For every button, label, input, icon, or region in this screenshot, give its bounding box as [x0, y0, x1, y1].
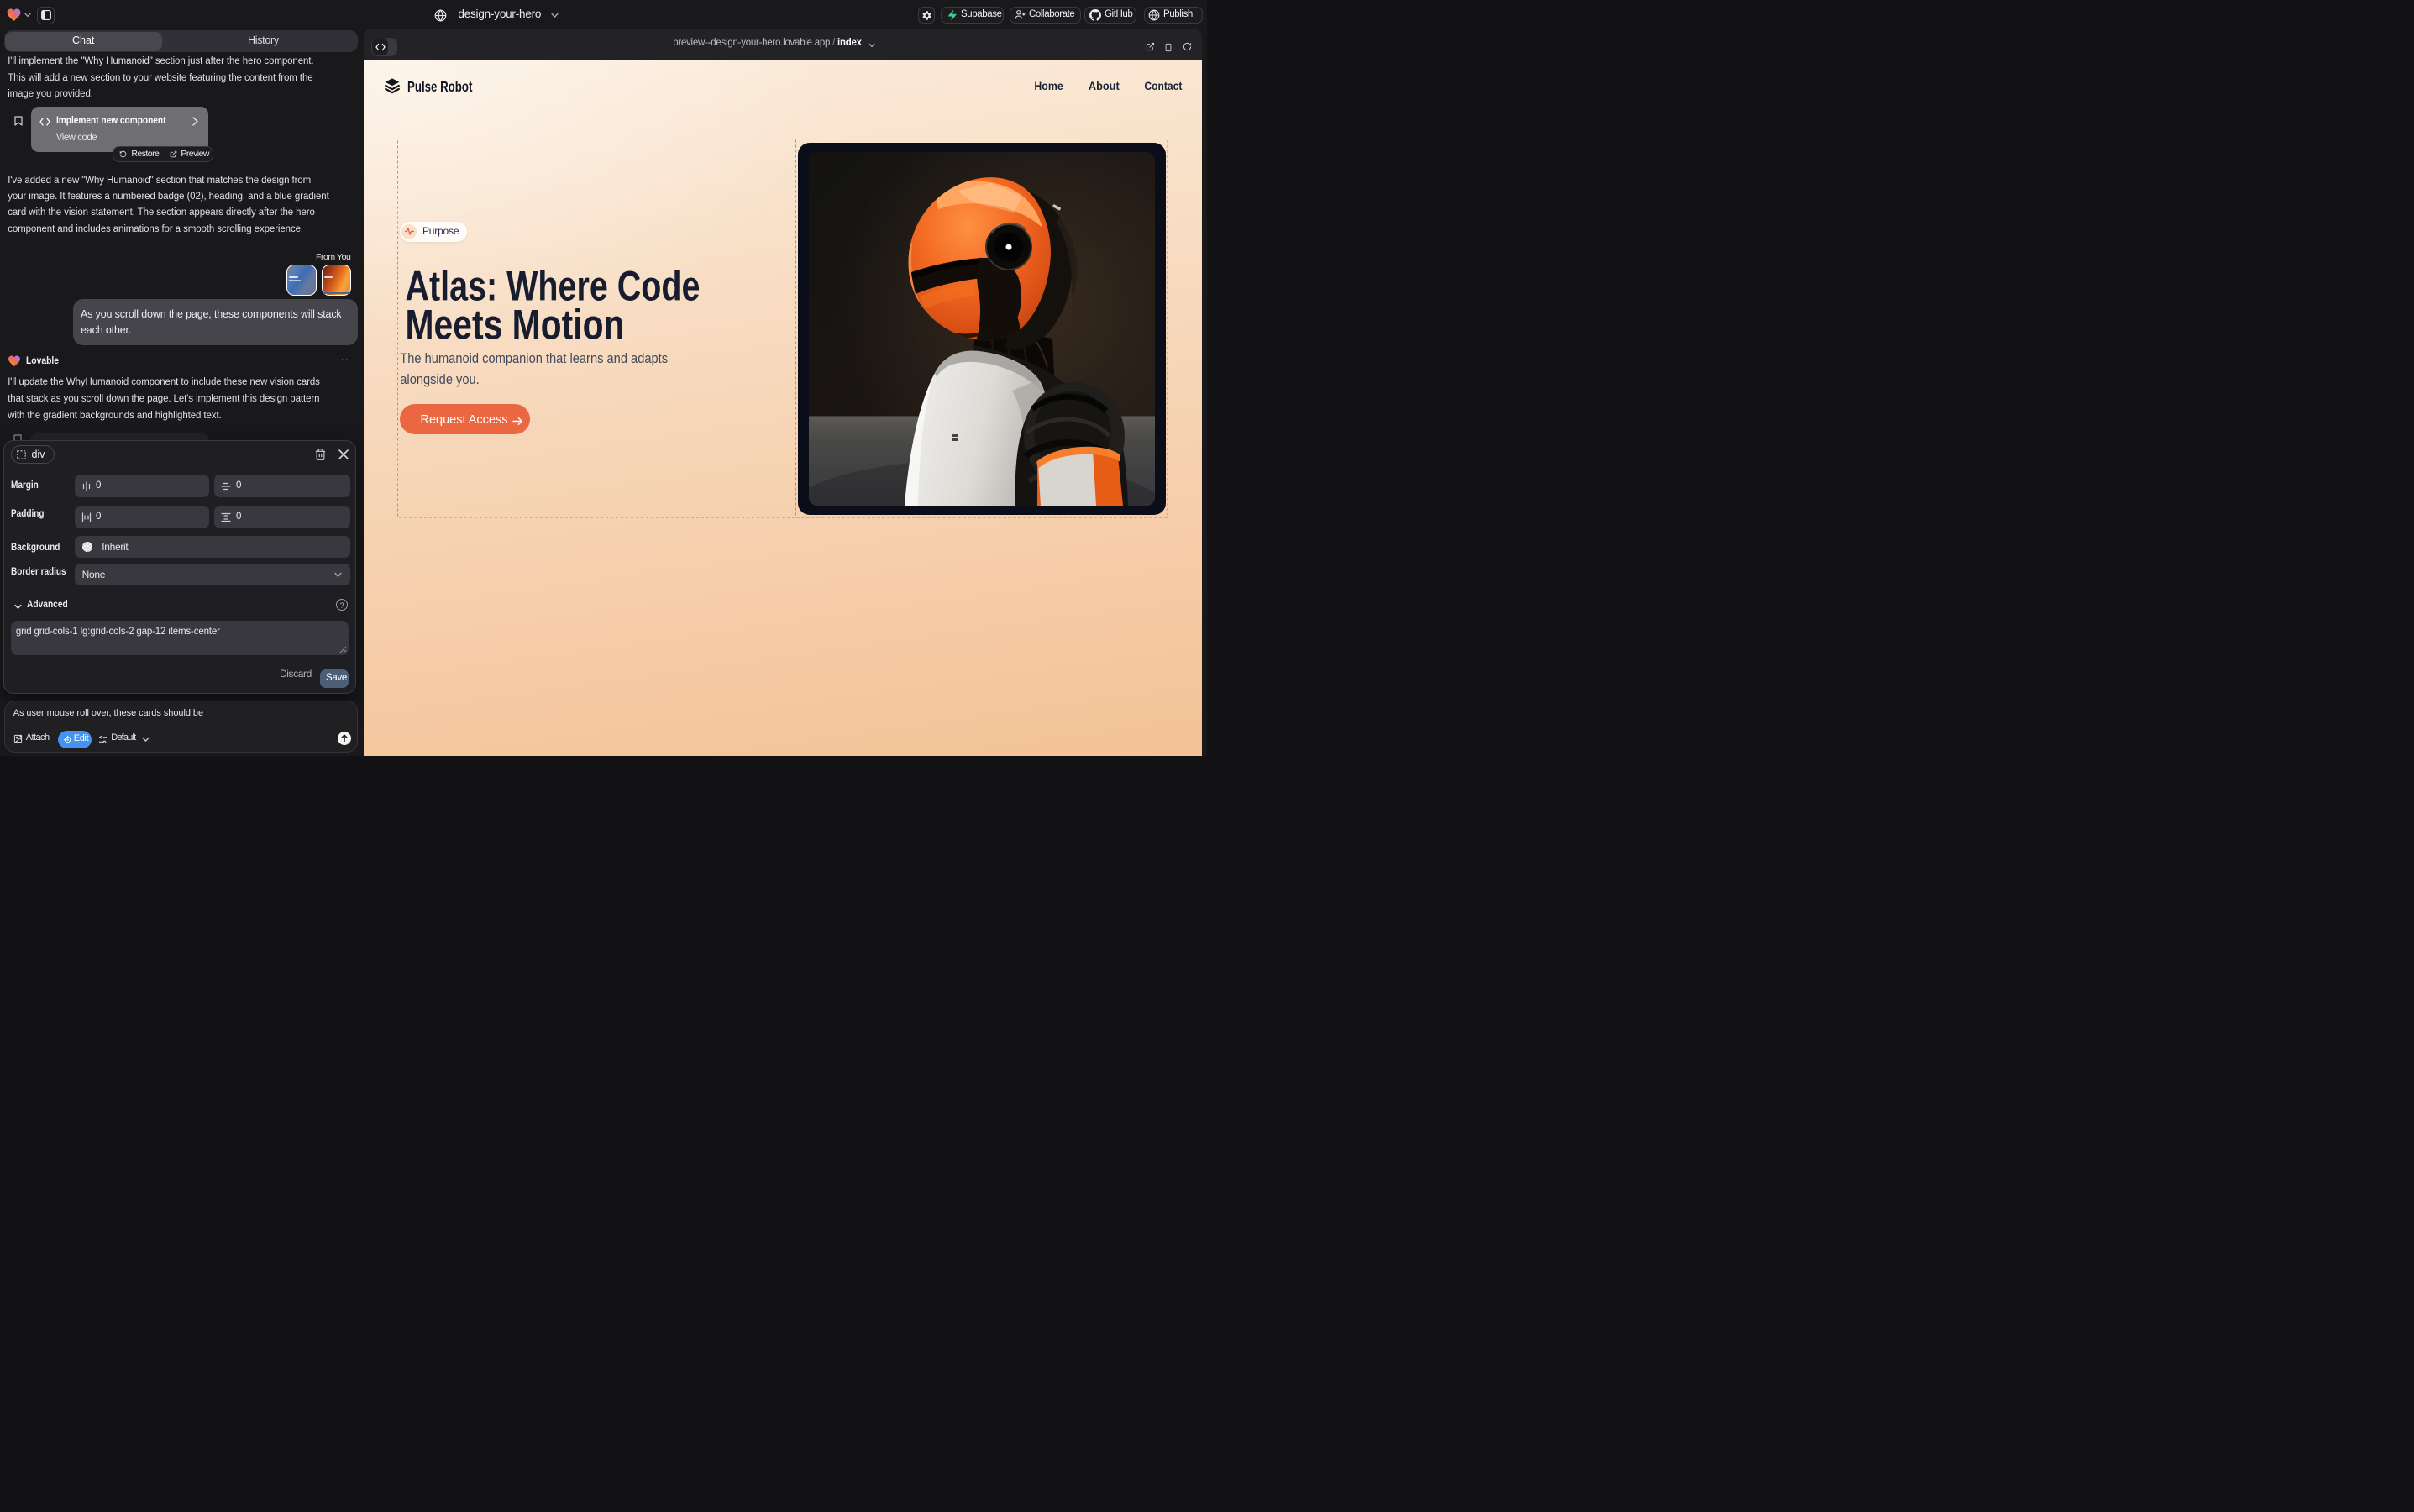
svg-text:alongside you.: alongside you.: [400, 371, 479, 386]
svg-text:The humanoid companion that le: The humanoid companion that learns and a…: [400, 350, 668, 365]
svg-text:Meets Motion: Meets Motion: [406, 301, 625, 348]
